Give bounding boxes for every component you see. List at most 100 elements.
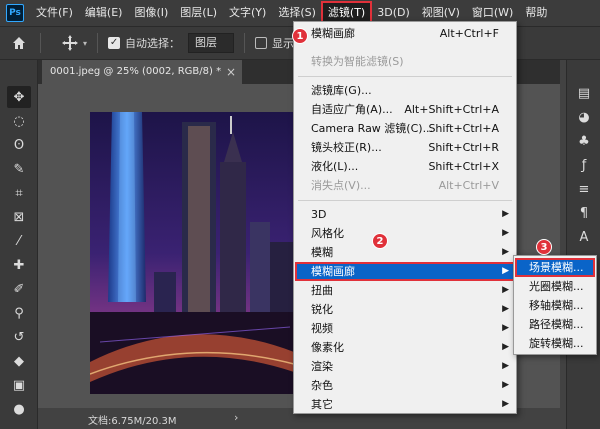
menu-item-camera-raw[interactable]: Camera Raw 滤镜(C)... Shift+Ctrl+A bbox=[295, 119, 515, 138]
eyedropper-tool-icon[interactable]: ⁄ bbox=[7, 230, 31, 252]
history-brush-icon[interactable]: ↺ bbox=[7, 326, 31, 348]
menu-item-distort[interactable]: 扭曲 ▶ bbox=[295, 281, 515, 300]
menu-item-3d[interactable]: 3D ▶ bbox=[295, 205, 515, 224]
menu-help[interactable]: 帮助 bbox=[519, 2, 553, 24]
menu-item-blur-gallery[interactable]: 模糊画廊 ▶ bbox=[295, 262, 515, 281]
menu-item-shortcut: Alt+Ctrl+V bbox=[438, 179, 499, 192]
menu-image[interactable]: 图像(I) bbox=[128, 2, 174, 24]
quick-select-tool-icon[interactable]: ✎ bbox=[7, 158, 31, 180]
menu-item-label: 锐化 bbox=[311, 303, 333, 316]
menu-item-pixelate[interactable]: 像素化 ▶ bbox=[295, 338, 515, 357]
menu-type[interactable]: 文字(Y) bbox=[223, 2, 272, 24]
menu-item-lens-correction[interactable]: 镜头校正(R)... Shift+Ctrl+R bbox=[295, 138, 515, 157]
pilcrow-icon[interactable]: ¶ bbox=[572, 202, 596, 224]
menu-edit[interactable]: 编辑(E) bbox=[79, 2, 129, 24]
submenu-arrow-icon: ▶ bbox=[502, 285, 509, 295]
layer-select-dropdown[interactable]: 图层 bbox=[188, 33, 235, 53]
clone-stamp-icon[interactable]: ⚲ bbox=[7, 302, 31, 324]
step-badge-3: 3 bbox=[536, 239, 552, 255]
tools-panel: ✥ ◌ ʘ ✎ ⌗ ⊠ ⁄ ✚ ✐ ⚲ ↺ ◆ ▣ ● bbox=[0, 60, 38, 429]
chevron-down-icon: ▾ bbox=[83, 38, 88, 48]
close-icon[interactable]: × bbox=[226, 60, 236, 84]
step-badge-1: 1 bbox=[292, 28, 308, 44]
menu-item-adaptive-wide-angle[interactable]: 自适应广角(A)... Alt+Shift+Ctrl+A bbox=[295, 100, 515, 119]
crop-tool-icon[interactable]: ⌗ bbox=[7, 182, 31, 204]
city-skyline-photo bbox=[90, 112, 294, 394]
panels-dock: ▤ ◕ ♣ ƒ ≡ ¶ A bbox=[566, 60, 600, 429]
menu-item-label: 转换为智能滤镜(S) bbox=[311, 55, 404, 68]
gradient-tool-icon[interactable]: ▣ bbox=[7, 374, 31, 396]
blur-tool-icon[interactable]: ● bbox=[7, 398, 31, 420]
home-icon[interactable] bbox=[8, 32, 30, 54]
menu-item-label: 扭曲 bbox=[311, 284, 333, 297]
submenu-arrow-icon: ▶ bbox=[502, 304, 509, 314]
history-panel-icon[interactable]: ▤ bbox=[572, 82, 596, 104]
eraser-tool-icon[interactable]: ◆ bbox=[7, 350, 31, 372]
submenu-item-iris-blur[interactable]: 光圈模糊... bbox=[515, 277, 595, 296]
menu-item-label: 模糊画廊 bbox=[311, 27, 355, 40]
menu-separator bbox=[298, 200, 512, 201]
menu-item-sharpen[interactable]: 锐化 ▶ bbox=[295, 300, 515, 319]
menu-item-shortcut: Alt+Ctrl+F bbox=[439, 27, 499, 40]
styles-panel-icon[interactable]: ♣ bbox=[572, 130, 596, 152]
submenu-arrow-icon: ▶ bbox=[502, 323, 509, 333]
menu-item-other[interactable]: 其它 ▶ bbox=[295, 395, 515, 414]
document-tab-title: 0001.jpeg @ 25% (0002, RGB/8) * bbox=[50, 66, 222, 77]
submenu-arrow-icon: ▶ bbox=[502, 399, 509, 409]
menu-item-vanishing-point: 消失点(V)... Alt+Ctrl+V bbox=[295, 176, 515, 195]
menu-item-label: 模糊 bbox=[311, 246, 333, 259]
submenu-arrow-icon: ▶ bbox=[502, 361, 509, 371]
move-tool-icon[interactable]: ✥ bbox=[7, 86, 31, 108]
menu-item-filter-gallery[interactable]: 滤镜库(G)... bbox=[295, 81, 515, 100]
menu-item-label: 消失点(V)... bbox=[311, 179, 371, 192]
lasso-tool-icon[interactable]: ʘ bbox=[7, 134, 31, 156]
menu-item-stylize[interactable]: 风格化 ▶ bbox=[295, 224, 515, 243]
submenu-item-path-blur[interactable]: 路径模糊... bbox=[515, 315, 595, 334]
menu-item-label: 像素化 bbox=[311, 341, 344, 354]
submenu-arrow-icon: ▶ bbox=[502, 380, 509, 390]
menu-item-video[interactable]: 视频 ▶ bbox=[295, 319, 515, 338]
menu-layer[interactable]: 图层(L) bbox=[174, 2, 223, 24]
document-tab[interactable]: 0001.jpeg @ 25% (0002, RGB/8) * × bbox=[42, 60, 242, 84]
status-arrow-icon[interactable]: › bbox=[234, 411, 238, 424]
menu-item-label: 模糊画廊 bbox=[311, 265, 355, 278]
move-tool-icon[interactable] bbox=[59, 32, 81, 54]
menu-item-shortcut: Shift+Ctrl+R bbox=[428, 141, 499, 154]
submenu-item-tilt-shift[interactable]: 移轴模糊... bbox=[515, 296, 595, 315]
menu-item-label: Camera Raw 滤镜(C)... bbox=[311, 122, 434, 135]
auto-select-label: 自动选择： bbox=[125, 37, 181, 50]
blur-gallery-submenu: 场景模糊... 光圈模糊... 移轴模糊... 路径模糊... 旋转模糊... bbox=[513, 255, 597, 355]
menu-item-shortcut: Alt+Shift+Ctrl+A bbox=[404, 103, 499, 116]
show-transform-checkbox[interactable] bbox=[255, 37, 268, 49]
submenu-item-spin-blur[interactable]: 旋转模糊... bbox=[515, 334, 595, 353]
healing-brush-icon[interactable]: ✚ bbox=[7, 254, 31, 276]
menu-item-blur[interactable]: 模糊 ▶ bbox=[295, 243, 515, 262]
brush-tool-icon[interactable]: ✐ bbox=[7, 278, 31, 300]
document-size-status: 文档:6.75M/20.3M bbox=[88, 416, 177, 427]
menu-item-label: 镜头校正(R)... bbox=[311, 141, 382, 154]
menu-item-label: 渲染 bbox=[311, 360, 333, 373]
menu-item-label: 滤镜库(G)... bbox=[311, 84, 372, 97]
submenu-arrow-icon: ▶ bbox=[502, 228, 509, 238]
menu-item-noise[interactable]: 杂色 ▶ bbox=[295, 376, 515, 395]
divider bbox=[40, 33, 41, 53]
submenu-arrow-icon: ▶ bbox=[502, 247, 509, 257]
divider bbox=[244, 33, 246, 53]
submenu-item-field-blur[interactable]: 场景模糊... bbox=[515, 258, 595, 277]
menu-item-shortcut: Shift+Ctrl+X bbox=[428, 160, 499, 173]
paragraph-panel-icon[interactable]: ≡ bbox=[572, 178, 596, 200]
frame-tool-icon[interactable]: ⊠ bbox=[7, 206, 31, 228]
color-panel-icon[interactable]: ◕ bbox=[572, 106, 596, 128]
menu-file[interactable]: 文件(F) bbox=[30, 2, 79, 24]
submenu-arrow-icon: ▶ bbox=[502, 209, 509, 219]
menu-item-label: 其它 bbox=[311, 398, 333, 411]
menu-item-liquify[interactable]: 液化(L)... Shift+Ctrl+X bbox=[295, 157, 515, 176]
marquee-tool-icon[interactable]: ◌ bbox=[7, 110, 31, 132]
function-panel-icon[interactable]: ƒ bbox=[572, 154, 596, 176]
auto-select-checkbox[interactable]: ✓ bbox=[108, 37, 121, 49]
character-panel-icon[interactable]: A bbox=[572, 226, 596, 248]
menu-item-shortcut: Shift+Ctrl+A bbox=[428, 122, 499, 135]
menu-item-last-filter[interactable]: 模糊画廊 Alt+Ctrl+F bbox=[295, 24, 515, 43]
step-badge-2: 2 bbox=[372, 233, 388, 249]
menu-item-render[interactable]: 渲染 ▶ bbox=[295, 357, 515, 376]
